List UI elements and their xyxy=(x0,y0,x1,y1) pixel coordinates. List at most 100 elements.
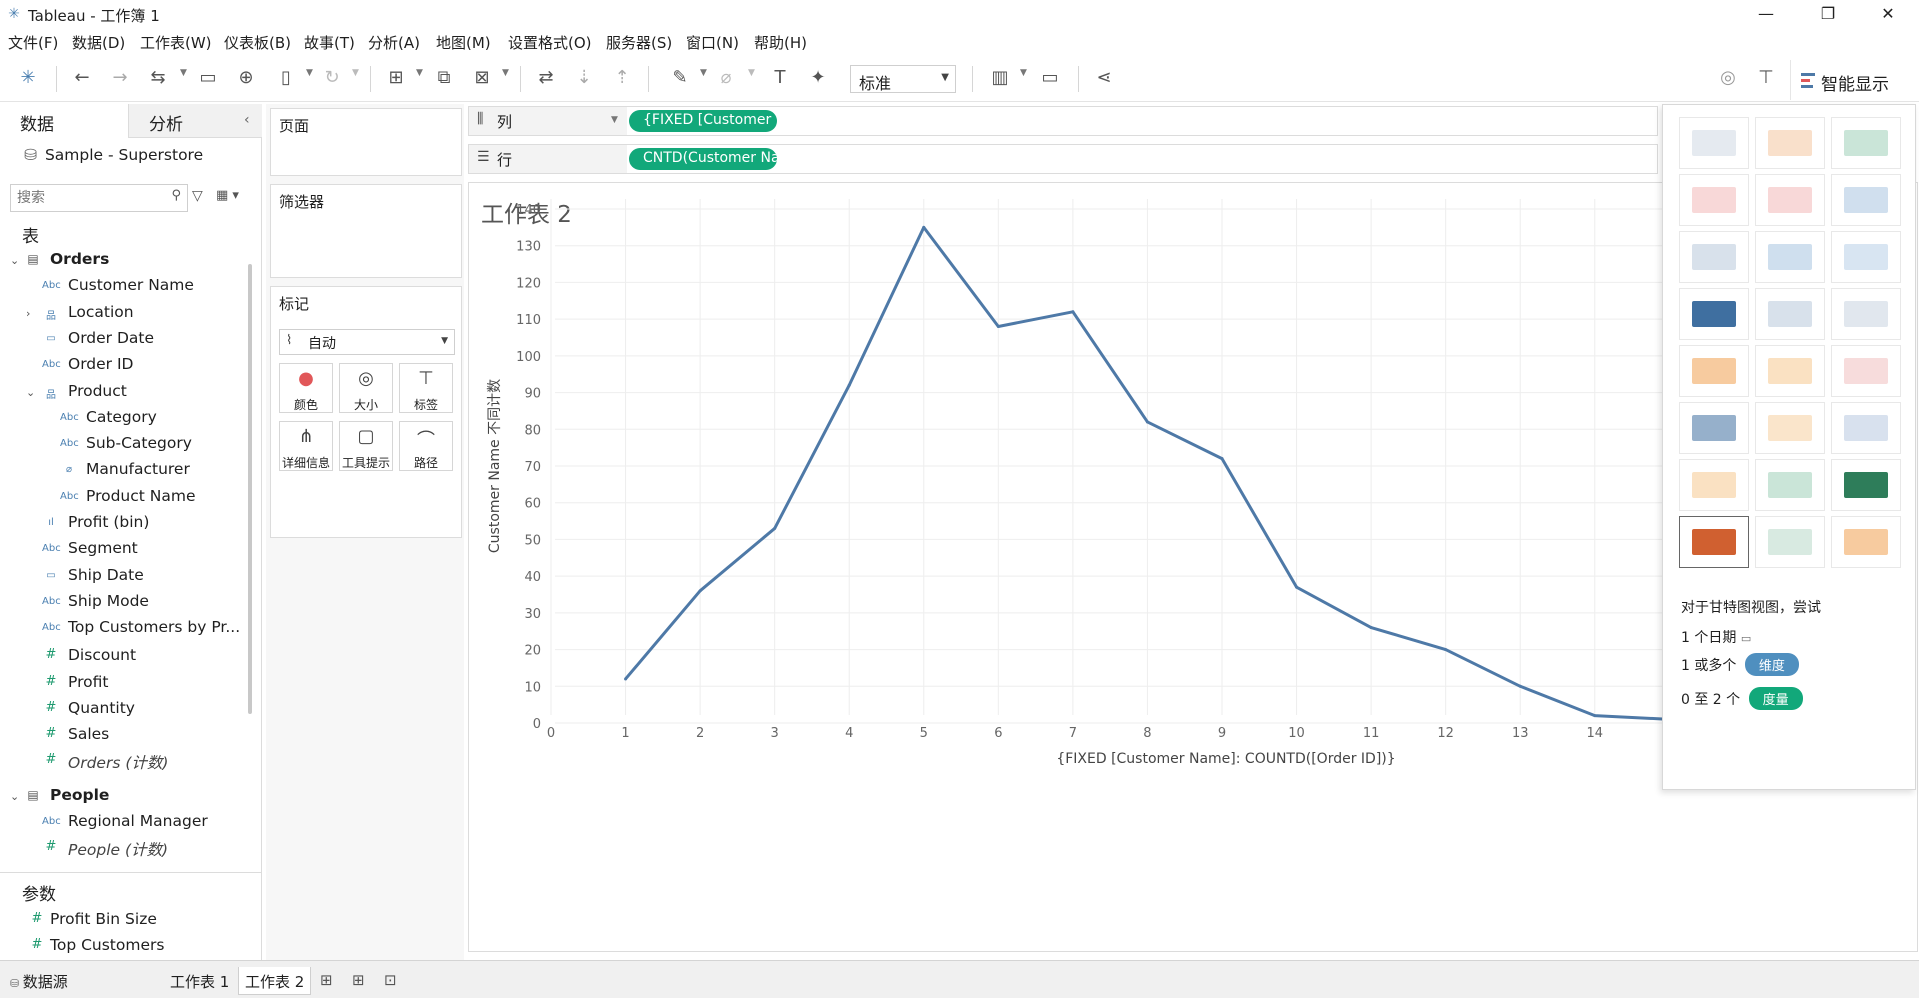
save-icon[interactable]: ▭ xyxy=(196,66,220,90)
field-item[interactable]: Abc Order ID xyxy=(0,355,248,379)
chart-type-pie-chart[interactable] xyxy=(1831,174,1901,226)
chart-type-side-by-side-bars[interactable] xyxy=(1831,231,1901,283)
field-item[interactable]: Abc Regional Manager xyxy=(0,812,248,836)
group-icon[interactable]: ⌀ xyxy=(714,66,738,90)
chevron-down-icon[interactable]: ▼ xyxy=(306,68,313,78)
table-item[interactable]: ⌄ ▤ People xyxy=(0,786,248,810)
search-icon[interactable]: ⚲ xyxy=(171,188,181,203)
chevron-down-icon[interactable]: ▼ xyxy=(502,68,509,78)
view-mode-icon[interactable]: ▦ ▾ xyxy=(216,188,239,203)
table-item[interactable]: ⌄ ▤ Orders xyxy=(0,250,248,274)
tab-datasource[interactable]: ⛁ 数据源 xyxy=(4,967,74,995)
chevron-down-icon[interactable]: ⌄ xyxy=(10,790,19,803)
tableau-home-icon[interactable]: ✳ xyxy=(16,66,40,90)
chart-type-circle-views[interactable] xyxy=(1755,288,1825,340)
chart-type-histogram[interactable] xyxy=(1755,459,1825,511)
size-button[interactable]: ◎ 大小 xyxy=(339,363,393,413)
chart-type-lines-discrete[interactable] xyxy=(1755,345,1825,397)
sort-descending-icon[interactable]: ⇡ xyxy=(610,66,634,90)
chevron-down-icon[interactable]: ⌄ xyxy=(26,386,35,399)
show-labels-icon[interactable]: T xyxy=(768,66,792,90)
menu-file[interactable]: 文件(F) xyxy=(8,32,58,53)
field-item[interactable]: ⌀ Manufacturer xyxy=(0,460,248,484)
field-item[interactable]: # Sales xyxy=(0,725,248,749)
chart-type-symbol-map[interactable] xyxy=(1679,174,1749,226)
chevron-down-icon[interactable]: ▼ xyxy=(352,68,359,78)
chart-type-stacked-bars[interactable] xyxy=(1755,231,1825,283)
menu-map[interactable]: 地图(M) xyxy=(436,32,491,53)
chart-type-treemap[interactable] xyxy=(1679,288,1749,340)
field-item[interactable]: # Discount xyxy=(0,646,248,670)
chart-type-text-table[interactable] xyxy=(1679,117,1749,169)
search-box[interactable]: ⚲ xyxy=(10,184,188,212)
chart-type-bullet-graph[interactable] xyxy=(1755,516,1825,568)
rows-pill[interactable]: CNTD(Customer Na.. xyxy=(629,148,777,170)
redo-icon[interactable]: → xyxy=(108,66,132,90)
new-worksheet-icon[interactable]: ⊞ xyxy=(320,971,333,989)
presentation-mode-icon[interactable]: ▭ xyxy=(1038,66,1062,90)
menu-server[interactable]: 服务器(S) xyxy=(606,32,672,53)
menu-worksheet[interactable]: 工作表(W) xyxy=(140,32,212,53)
search-input[interactable] xyxy=(17,188,157,208)
menu-analysis[interactable]: 分析(A) xyxy=(368,32,420,53)
chart-type-area-continuous[interactable] xyxy=(1679,402,1749,454)
color-button[interactable]: ● 颜色 xyxy=(279,363,333,413)
field-item[interactable]: # Profit xyxy=(0,673,248,697)
rows-shelf[interactable]: ☰ 行 CNTD(Customer Na.. xyxy=(468,144,1658,174)
datasource-item[interactable]: ⛁ Sample - Superstore xyxy=(24,146,203,164)
chart-type-heat-map[interactable] xyxy=(1755,117,1825,169)
detail-button[interactable]: ⋔ 详细信息 xyxy=(279,421,333,471)
chevron-down-icon[interactable]: ▼ xyxy=(1020,68,1027,78)
chart-type-dual-combination[interactable] xyxy=(1831,402,1901,454)
chevron-down-icon[interactable]: ▼ xyxy=(700,68,707,78)
fit-select[interactable]: 标准 ▼ xyxy=(850,65,956,93)
path-button[interactable]: ⌒ 路径 xyxy=(399,421,453,471)
refresh-icon[interactable]: ↻ xyxy=(320,66,344,90)
chart-type-area-discrete[interactable] xyxy=(1755,402,1825,454)
chevron-down-icon[interactable]: ▼ xyxy=(611,115,618,125)
field-item[interactable]: ▭ Order Date xyxy=(0,329,248,353)
field-item[interactable]: # Orders (计数) xyxy=(0,751,248,775)
chart-type-box-and-whisker[interactable] xyxy=(1831,459,1901,511)
undo-icon[interactable]: ← xyxy=(70,66,94,90)
format-painter-icon[interactable]: ⊤ xyxy=(1754,66,1778,90)
columns-drop-area[interactable] xyxy=(627,107,1657,135)
marks-type-select[interactable]: ⌇ 自动 ▼ xyxy=(279,329,455,355)
field-item[interactable]: Abc Category xyxy=(0,408,248,432)
field-item[interactable]: Abc Sub-Category xyxy=(0,434,248,458)
tab-sheet2[interactable]: 工作表 2 xyxy=(238,967,312,995)
new-story-icon[interactable]: ⊡ xyxy=(384,971,397,989)
field-item[interactable]: ▭ Ship Date xyxy=(0,566,248,590)
tooltip-button[interactable]: ▢ 工具提示 xyxy=(339,421,393,471)
menu-window[interactable]: 窗口(N) xyxy=(686,32,739,53)
field-item[interactable]: Abc Ship Mode xyxy=(0,592,248,616)
ask-data-icon[interactable]: ◎ xyxy=(1716,66,1740,90)
close-button[interactable]: ✕ xyxy=(1868,2,1908,26)
menu-help[interactable]: 帮助(H) xyxy=(754,32,807,53)
tab-sheet1[interactable]: 工作表 1 xyxy=(164,967,235,995)
menu-data[interactable]: 数据(D) xyxy=(72,32,125,53)
menu-story[interactable]: 故事(T) xyxy=(304,32,355,53)
share-icon[interactable]: ⋖ xyxy=(1092,66,1116,90)
clear-sheet-icon[interactable]: ⊠ xyxy=(470,66,494,90)
field-list-scrollbar[interactable] xyxy=(248,264,252,714)
chevron-down-icon[interactable]: ▼ xyxy=(416,68,423,78)
duplicate-sheet-icon[interactable]: ⧉ xyxy=(432,66,456,90)
field-item[interactable]: # Quantity xyxy=(0,699,248,723)
label-button[interactable]: ⊤ 标签 xyxy=(399,363,453,413)
show-cards-icon[interactable]: ▥ xyxy=(988,66,1012,90)
tab-analysis[interactable]: 分析 xyxy=(128,104,262,138)
restore-button[interactable]: ❐ xyxy=(1808,2,1848,26)
field-item[interactable]: ıl Profit (bin) xyxy=(0,513,248,537)
chart-type-dual-lines[interactable] xyxy=(1831,345,1901,397)
field-item[interactable]: # People (计数) xyxy=(0,838,248,862)
pages-card[interactable]: 页面 xyxy=(270,108,462,176)
chevron-right-icon[interactable]: › xyxy=(26,307,30,320)
columns-shelf[interactable]: ⫼ 列 ▼ {FIXED [Customer N.. xyxy=(468,106,1658,136)
chart-type-filled-map[interactable] xyxy=(1755,174,1825,226)
filters-card[interactable]: 筛选器 xyxy=(270,184,462,278)
chart-type-packed-bubbles[interactable] xyxy=(1831,516,1901,568)
tab-data[interactable]: 数据 xyxy=(0,104,128,138)
swap-rows-columns-icon[interactable]: ⇄ xyxy=(534,66,558,90)
pin-icon[interactable]: ✦ xyxy=(806,66,830,90)
